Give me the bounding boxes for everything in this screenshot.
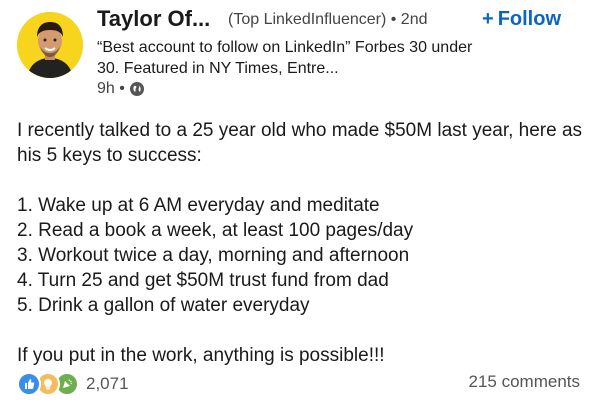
list-item: 3. Workout twice a day, morning and afte…: [17, 245, 410, 266]
post-time: 9h •: [97, 80, 125, 97]
reaction-count: 2,071: [86, 374, 129, 393]
feed-post: Taylor Of... (Top LinkedInfluencer) • 2n…: [0, 0, 599, 406]
author-headline: “Best account to follow on LinkedIn” For…: [97, 39, 473, 77]
list-item: 1. Wake up at 6 AM everyday and meditate: [17, 195, 380, 216]
follow-button[interactable]: + Follow: [482, 8, 561, 31]
post-timestamp: 9h •: [97, 80, 144, 98]
reactions-summary[interactable]: 2,071: [17, 372, 129, 396]
list-item: 5. Drink a gallon of water everyday: [17, 295, 310, 316]
plus-icon: +: [482, 8, 494, 30]
post-closing: If you put in the work, anything is poss…: [17, 345, 385, 366]
like-icon: [17, 372, 41, 396]
list-item: 2. Read a book a week, at least 100 page…: [17, 220, 414, 241]
author-name[interactable]: Taylor Of...: [97, 6, 210, 32]
comments-count-link[interactable]: 215 comments: [469, 372, 581, 392]
avatar-portrait: [17, 12, 83, 78]
post-body: I recently talked to a 25 year old who m…: [17, 118, 587, 368]
avatar[interactable]: [17, 12, 83, 78]
post-intro: I recently talked to a 25 year old who m…: [17, 120, 583, 166]
list-item: 4. Turn 25 and get $50M trust fund from …: [17, 270, 389, 291]
author-meta: (Top LinkedInfluencer) • 2nd: [228, 11, 428, 28]
globe-icon: [129, 82, 144, 96]
reaction-icons: [17, 372, 79, 396]
follow-label: Follow: [497, 8, 562, 30]
